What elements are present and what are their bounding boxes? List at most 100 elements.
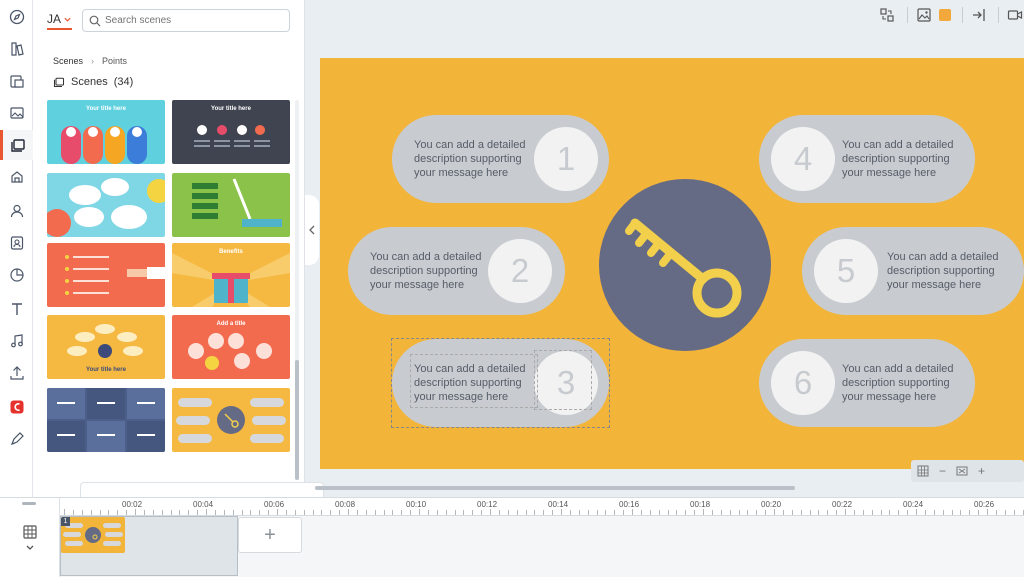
ruler-tick — [525, 510, 527, 515]
character-builder-icon[interactable] — [0, 228, 33, 258]
ruler-tick — [818, 510, 820, 515]
ruler-tick — [632, 509, 633, 515]
scene-thumbnail[interactable] — [47, 173, 165, 237]
canvas-horizontal-scrollbar[interactable] — [305, 486, 1024, 491]
background-color-swatch[interactable] — [939, 9, 951, 21]
arrange-icon[interactable] — [878, 6, 896, 24]
scenes-count: (34) — [113, 76, 134, 88]
point-description[interactable]: You can add a detailed description suppo… — [842, 138, 972, 180]
ruler-tick — [747, 510, 749, 515]
grid-icon[interactable] — [917, 465, 929, 477]
scenes-icon[interactable] — [0, 130, 33, 160]
ruler-tick — [170, 510, 172, 515]
scene-canvas[interactable]: You can add a detailed description suppo… — [320, 58, 1024, 469]
chevron-down-icon[interactable] — [25, 544, 35, 552]
scene-thumbnail[interactable]: Your title here — [47, 100, 165, 164]
ruler-tick — [454, 510, 456, 515]
add-scene-button[interactable]: + — [238, 517, 302, 553]
fit-screen-icon[interactable] — [956, 465, 968, 477]
collapse-panel-button[interactable] — [305, 195, 319, 265]
breadcrumb-root[interactable]: Scenes — [53, 56, 83, 66]
point-item[interactable]: You can add a detailed description suppo… — [392, 339, 609, 427]
ruler-tick — [907, 510, 909, 515]
ruler-tick — [463, 510, 465, 515]
point-number: 5 — [814, 239, 878, 303]
ruler-tick — [1004, 510, 1006, 515]
ruler-tick — [845, 509, 846, 515]
scene-clip[interactable]: 1 — [61, 517, 125, 553]
ruler-tick — [161, 510, 163, 515]
point-item[interactable]: 6 You can add a detailed description sup… — [759, 339, 975, 427]
tick-label: 00:22 — [832, 500, 853, 509]
backgrounds-icon[interactable] — [0, 98, 33, 128]
ruler-tick — [561, 509, 562, 515]
scene-thumbnail[interactable]: Your title here — [172, 100, 290, 164]
props-icon[interactable] — [0, 162, 33, 192]
point-description[interactable]: You can add a detailed description suppo… — [887, 250, 1017, 292]
ruler-tick — [995, 510, 997, 515]
drawing-icon[interactable] — [0, 424, 33, 454]
point-item[interactable]: You can add a detailed description suppo… — [392, 115, 609, 203]
point-item[interactable]: You can add a detailed description suppo… — [348, 227, 565, 315]
ruler-tick — [791, 510, 793, 515]
ruler-tick — [924, 510, 926, 515]
chevron-left-icon — [309, 225, 315, 235]
ruler-tick — [969, 510, 971, 515]
point-description[interactable]: You can add a detailed description suppo… — [414, 138, 544, 180]
ruler-tick — [756, 510, 758, 515]
point-description[interactable]: You can add a detailed description suppo… — [414, 362, 544, 404]
ruler-tick — [534, 510, 536, 515]
language-dropdown[interactable]: JA — [47, 12, 73, 30]
scene-thumbnail[interactable] — [47, 243, 165, 307]
upload-icon[interactable] — [0, 358, 33, 388]
scrollbar-thumb[interactable] — [315, 486, 795, 490]
explore-icon[interactable] — [0, 2, 33, 32]
search-input[interactable] — [105, 15, 285, 26]
camera-icon[interactable] — [1006, 6, 1024, 24]
characters-icon[interactable] — [0, 196, 33, 226]
panel-footer-bar — [80, 482, 324, 497]
point-item[interactable]: 4 You can add a detailed description sup… — [759, 115, 975, 203]
scene-thumbnail[interactable]: Benefits — [172, 243, 290, 307]
point-item[interactable]: 5 You can add a detailed description sup… — [802, 227, 1024, 315]
ruler-tick — [90, 510, 92, 515]
enter-transition-icon[interactable] — [970, 6, 988, 24]
point-description[interactable]: You can add a detailed description suppo… — [370, 250, 500, 292]
ruler-tick — [507, 510, 509, 515]
scene-thumbnail[interactable]: Add a title — [172, 315, 290, 379]
timeline-handle[interactable] — [22, 502, 36, 505]
my-files-icon[interactable] — [0, 66, 33, 96]
ruler-tick — [330, 510, 332, 515]
brand-app-icon[interactable] — [0, 392, 33, 422]
zoom-out-button[interactable]: − — [939, 464, 946, 478]
ruler-tick — [72, 510, 74, 515]
ruler-tick — [206, 509, 207, 515]
ruler-tick — [232, 510, 234, 515]
key-hub[interactable] — [599, 179, 771, 351]
timeline-ruler[interactable]: 00:02 00:04 00:06 00:08 00:10 00:12 00:1… — [60, 498, 1024, 516]
audio-icon[interactable] — [0, 326, 33, 356]
ruler-tick — [738, 510, 740, 515]
ruler-tick — [1013, 510, 1015, 515]
plus-icon: + — [264, 523, 276, 546]
scenes-label: Scenes — [71, 76, 108, 88]
ruler-tick — [942, 510, 944, 515]
point-description[interactable]: You can add a detailed description suppo… — [842, 362, 972, 404]
background-image-icon[interactable] — [915, 6, 933, 24]
templates-icon[interactable] — [0, 34, 33, 64]
text-icon[interactable] — [0, 294, 33, 324]
ruler-tick — [978, 510, 980, 515]
search-box[interactable] — [82, 9, 290, 32]
scene-thumbnail[interactable] — [47, 388, 165, 452]
film-icon[interactable] — [22, 524, 38, 540]
panel-scrollbar-thumb[interactable] — [295, 360, 299, 480]
timeline: 00:02 00:04 00:06 00:08 00:10 00:12 00:1… — [0, 497, 1024, 577]
charts-icon[interactable] — [0, 260, 33, 290]
tick-label: 00:04 — [193, 500, 214, 509]
zoom-in-button[interactable]: + — [978, 464, 985, 478]
scene-thumbnail[interactable] — [172, 388, 290, 452]
scene-thumbnail[interactable]: Your title here — [47, 315, 165, 379]
scene-thumbnail[interactable] — [172, 173, 290, 237]
ruler-tick — [578, 510, 580, 515]
ruler-tick — [268, 510, 270, 515]
